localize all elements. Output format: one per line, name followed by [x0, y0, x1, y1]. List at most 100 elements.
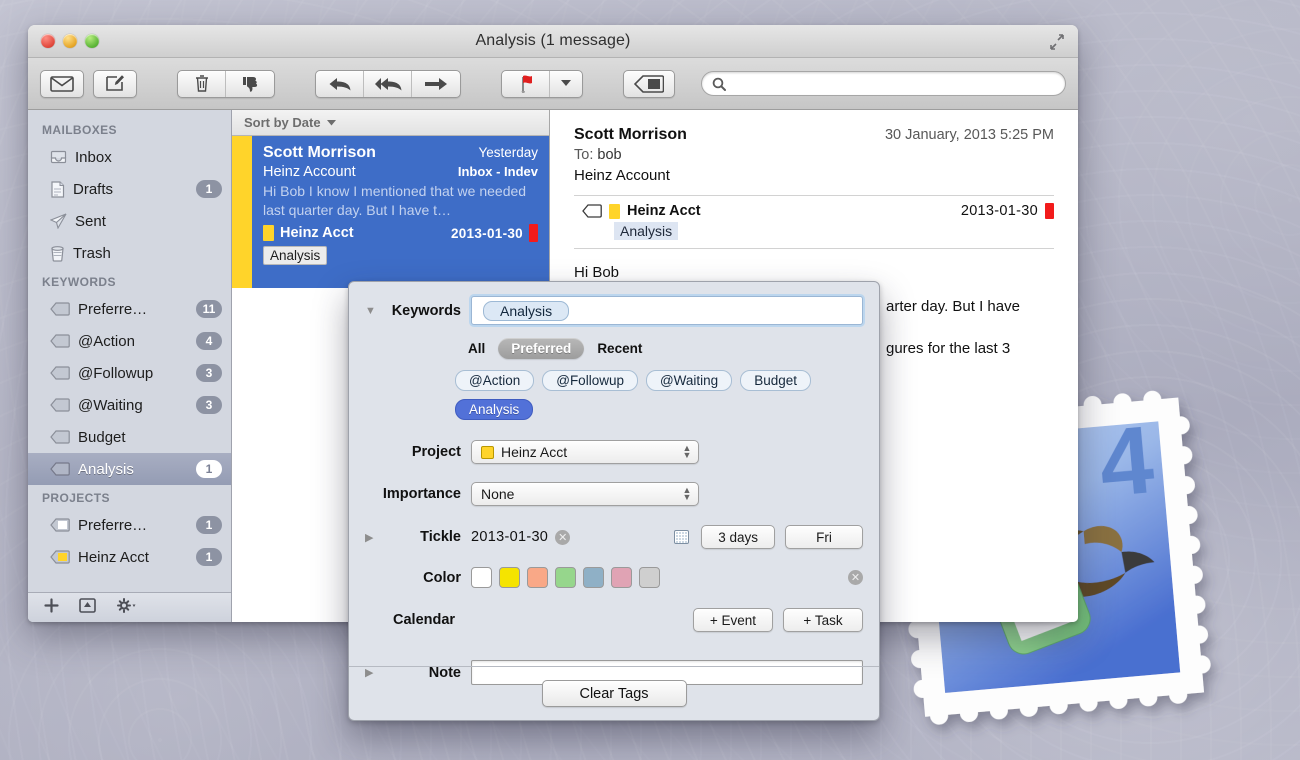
window-titlebar: Analysis (1 message): [28, 25, 1078, 58]
tickle-fri-button[interactable]: Fri: [785, 525, 863, 549]
clear-x-icon[interactable]: ✕: [555, 530, 570, 545]
envelope-icon: [50, 76, 74, 92]
color-swatch-blue[interactable]: [583, 567, 604, 588]
search-field[interactable]: [701, 71, 1066, 96]
sidebar-item-trash[interactable]: Trash: [28, 237, 231, 269]
sidebar-item-preferred-keyword[interactable]: Preferre… 11: [28, 293, 231, 325]
clear-color-x-icon[interactable]: ✕: [848, 570, 863, 585]
color-swatch-green[interactable]: [555, 567, 576, 588]
delete-button[interactable]: [178, 71, 226, 97]
sidebar-item-analysis[interactable]: Analysis 1: [28, 453, 231, 485]
junk-button[interactable]: [226, 71, 274, 97]
keywords-token-field[interactable]: Analysis: [471, 296, 863, 325]
sidebar-header-keywords: KEYWORDS: [28, 269, 231, 293]
sidebar-item-inbox[interactable]: Inbox: [28, 141, 231, 173]
sidebar-item-label: Inbox: [75, 149, 222, 166]
keyword-pill-analysis[interactable]: Analysis: [455, 399, 533, 420]
sort-label: Sort by Date: [244, 115, 321, 130]
gear-icon: [116, 598, 137, 613]
tickle-3days-button[interactable]: 3 days: [701, 525, 775, 549]
keyword-filter-segmented-control[interactable]: All Preferred Recent: [455, 338, 879, 359]
sidebar-header-projects: PROJECTS: [28, 485, 231, 509]
sidebar-item-heinz-acct[interactable]: Heinz Acct 1: [28, 541, 231, 573]
table-row[interactable]: Scott Morrison Yesterday Heinz Account I…: [232, 136, 549, 288]
reader-body-line-1: arter day. But I have: [886, 296, 1054, 317]
get-mail-button[interactable]: [40, 70, 84, 98]
reply-all-button[interactable]: [364, 71, 412, 97]
message-summary[interactable]: Scott Morrison Yesterday Heinz Account I…: [252, 136, 549, 288]
color-swatch-list: [471, 567, 660, 588]
reader-keyword-tag: Analysis: [614, 222, 678, 240]
delete-junk-group: [177, 70, 275, 98]
sidebar-item-label: Analysis: [78, 461, 188, 478]
color-swatch-white[interactable]: [471, 567, 492, 588]
sidebar-item-waiting[interactable]: @Waiting 3: [28, 389, 231, 421]
tickle-value[interactable]: 2013-01-30: [471, 529, 548, 545]
project-select[interactable]: Heinz Acct ▲▼: [471, 440, 699, 464]
color-swatch-gray[interactable]: [639, 567, 660, 588]
main-toolbar: [28, 58, 1078, 110]
reader-body-greeting: Hi Bob: [574, 262, 1054, 283]
filter-all[interactable]: All: [455, 338, 498, 359]
sidebar-item-followup[interactable]: @Followup 3: [28, 357, 231, 389]
clear-tags-button[interactable]: Clear Tags: [542, 680, 687, 707]
calendar-icon[interactable]: [674, 530, 689, 544]
tag-yellow-icon: [50, 550, 70, 564]
color-swatch-yellow[interactable]: [499, 567, 520, 588]
disclosure-triangle-down-icon[interactable]: ▼: [365, 305, 381, 317]
sidebar-scroll[interactable]: MAILBOXES Inbox Drafts 1: [28, 110, 231, 592]
panel-icon: [79, 598, 96, 613]
message-date: Yesterday: [478, 145, 538, 160]
calendar-label: Calendar: [381, 612, 461, 628]
tag-icon: [634, 75, 664, 93]
project-value: Heinz Acct: [501, 444, 673, 460]
importance-select[interactable]: None ▲▼: [471, 482, 699, 506]
tag-icon: [50, 334, 70, 348]
color-swatch-orange[interactable]: [527, 567, 548, 588]
keyword-pill-action[interactable]: @Action: [455, 370, 534, 391]
sidebar-footer: [28, 592, 231, 622]
add-event-button[interactable]: + Event: [693, 608, 773, 632]
sidebar-item-label: @Followup: [78, 365, 188, 382]
sidebar-item-drafts[interactable]: Drafts 1: [28, 173, 231, 205]
chevron-down-icon: [561, 80, 571, 87]
reader-subject: Heinz Account: [574, 167, 1054, 184]
keyword-pill-budget[interactable]: Budget: [740, 370, 811, 391]
flag-menu-button[interactable]: [550, 71, 582, 97]
actions-menu-button[interactable]: [116, 598, 137, 618]
compose-button[interactable]: [93, 70, 137, 98]
tag-icon: [50, 430, 70, 444]
show-panel-button[interactable]: [79, 598, 96, 618]
color-swatch-pink[interactable]: [611, 567, 632, 588]
keyword-pill-followup[interactable]: @Followup: [542, 370, 638, 391]
sort-bar[interactable]: Sort by Date: [232, 110, 549, 136]
message-keyword-tag: Analysis: [263, 246, 327, 265]
forward-button[interactable]: [412, 71, 460, 97]
panel-footer: Clear Tags: [349, 666, 879, 720]
expand-icon[interactable]: [1048, 33, 1066, 51]
add-task-button[interactable]: + Task: [783, 608, 863, 632]
flag-button[interactable]: [502, 71, 550, 97]
filter-recent[interactable]: Recent: [584, 338, 655, 359]
stepper-icon[interactable]: ▲▼: [680, 443, 694, 461]
reader-to-label: To:: [574, 147, 593, 163]
project-row: Project Heinz Acct ▲▼: [349, 440, 879, 464]
sidebar-item-sent[interactable]: Sent: [28, 205, 231, 237]
importance-label: Importance: [381, 486, 461, 502]
search-input[interactable]: [732, 77, 1055, 91]
add-mailbox-button[interactable]: [44, 598, 59, 618]
sidebar-item-preferred-project[interactable]: Preferre… 1: [28, 509, 231, 541]
sidebar-item-action[interactable]: @Action 4: [28, 325, 231, 357]
stepper-icon[interactable]: ▲▼: [680, 485, 694, 503]
reply-arrow-icon: [328, 76, 352, 92]
disclosure-triangle-right-icon[interactable]: ▶: [365, 531, 381, 544]
keyword-pill-waiting[interactable]: @Waiting: [646, 370, 732, 391]
tag-icon: [50, 518, 70, 532]
mailtags-button[interactable]: [623, 70, 675, 98]
sidebar-item-budget[interactable]: Budget: [28, 421, 231, 453]
filter-preferred[interactable]: Preferred: [498, 338, 584, 359]
window-title: Analysis (1 message): [28, 32, 1078, 50]
reply-button[interactable]: [316, 71, 364, 97]
reply-all-arrow-icon: [374, 76, 402, 92]
keyword-token[interactable]: Analysis: [483, 301, 569, 321]
